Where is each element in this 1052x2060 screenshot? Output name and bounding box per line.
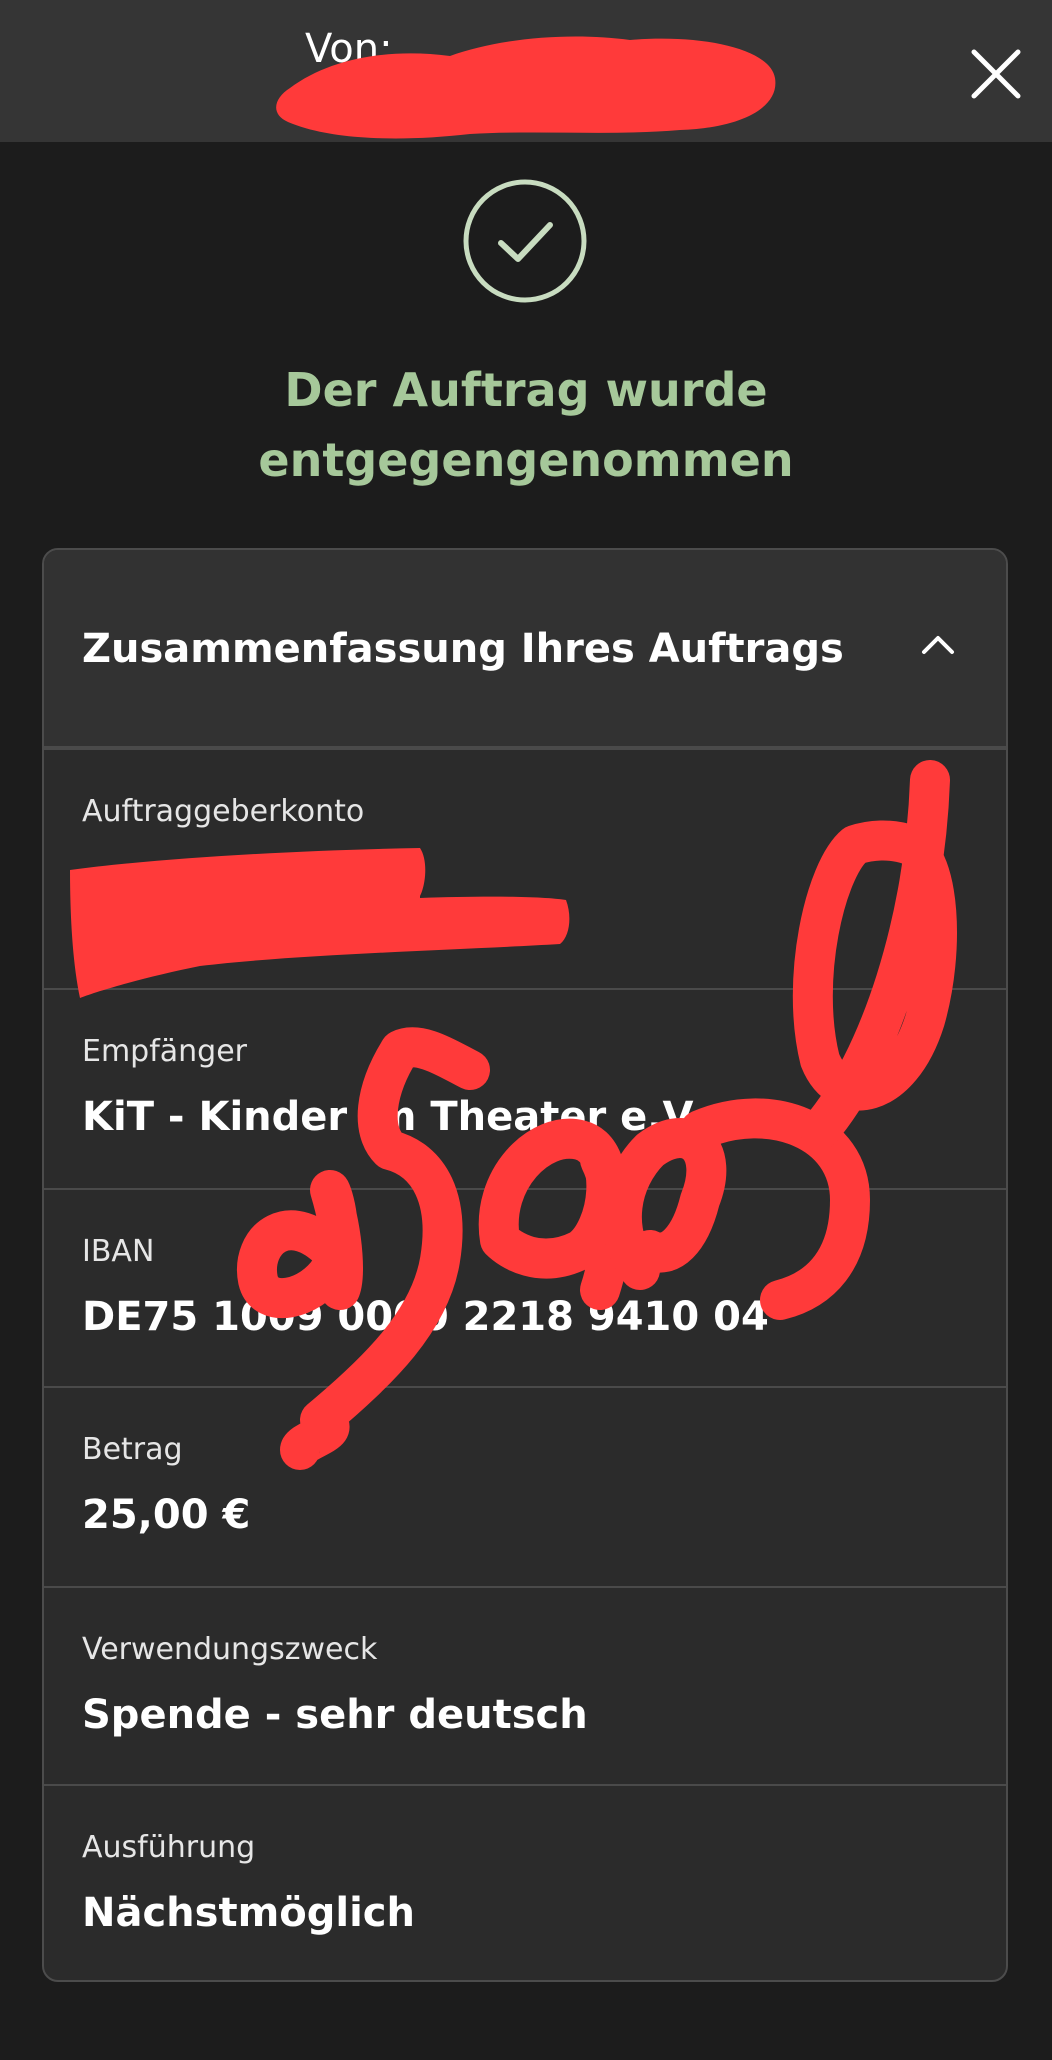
row-purpose: Verwendungszweck Spende - sehr deutsch	[44, 1588, 1006, 1786]
iban-value: DE75 1009 0000 2218 9410 04	[82, 1294, 769, 1340]
headline-line-2: entgegengenommen	[258, 433, 794, 487]
close-button[interactable]	[964, 42, 1028, 106]
check-circle-icon	[461, 177, 589, 305]
purpose-value: Spende - sehr deutsch	[82, 1692, 588, 1738]
row-label: Auftraggeberkonto	[82, 794, 365, 829]
amount-value: 25,00 €	[82, 1492, 251, 1538]
close-icon	[971, 49, 1021, 99]
row-amount: Betrag 25,00 €	[44, 1388, 1006, 1588]
row-execution: Ausführung Nächstmöglich	[44, 1786, 1006, 1980]
execution-value: Nächstmöglich	[82, 1890, 415, 1936]
summary-toggle[interactable]: Zusammenfassung Ihres Auftrags	[44, 550, 1006, 750]
chevron-up-icon	[922, 636, 954, 654]
row-label: Betrag	[82, 1432, 183, 1467]
headline-line-1: Der Auftrag wurde	[284, 363, 768, 417]
row-iban: IBAN DE75 1009 0000 2218 9410 04	[44, 1190, 1006, 1388]
summary-title: Zusammenfassung Ihres Auftrags	[82, 626, 844, 672]
row-ordering-account: Auftraggeberkonto	[44, 750, 1006, 990]
recipient-value: KiT - Kinder im Theater e.V.	[82, 1094, 704, 1140]
row-recipient: Empfänger KiT - Kinder im Theater e.V.	[44, 990, 1006, 1190]
success-headline: Der Auftrag wurde entgegengenommen	[0, 355, 1052, 495]
row-label: Ausführung	[82, 1830, 256, 1865]
row-label: Verwendungszweck	[82, 1632, 378, 1667]
order-summary-card: Zusammenfassung Ihres Auftrags Auftragge…	[42, 548, 1008, 1982]
row-label: IBAN	[82, 1234, 155, 1269]
sender-redaction	[276, 36, 776, 139]
row-label: Empfänger	[82, 1034, 248, 1069]
